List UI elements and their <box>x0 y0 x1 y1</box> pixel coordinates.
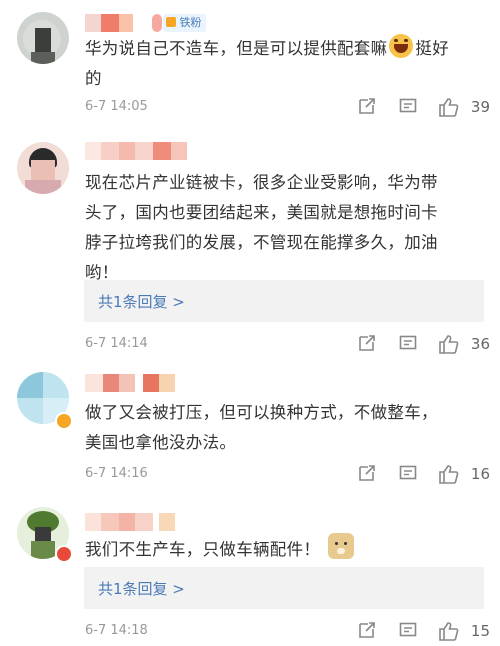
avatar[interactable] <box>17 142 69 194</box>
share-icon[interactable] <box>357 620 377 640</box>
vip-badge-icon <box>55 545 73 563</box>
like-icon[interactable] <box>437 96 459 118</box>
reply-count[interactable]: 共1条回复 > <box>98 291 185 312</box>
like-icon[interactable] <box>437 333 459 355</box>
comment-meta: 6-7 14:14 36 <box>85 333 490 355</box>
like-count: 36 <box>470 335 490 353</box>
like-icon[interactable] <box>437 463 459 485</box>
doge-emoji-icon <box>327 533 354 559</box>
comment-text: 我们不生产车，只做车辆配件！ <box>85 533 482 565</box>
timestamp: 6-7 14:14 <box>85 336 148 351</box>
timestamp: 6-7 14:16 <box>85 466 148 481</box>
like-count: 39 <box>470 98 490 116</box>
like-icon[interactable] <box>437 620 459 642</box>
share-icon[interactable] <box>357 96 377 116</box>
username-blurred[interactable] <box>85 513 175 531</box>
comment-item: 做了又会被打压，但可以换种方式，不做整车， 美国也拿他没办法。 6-7 14:1… <box>0 370 500 490</box>
reply-count[interactable]: 共1条回复 > <box>98 578 185 599</box>
avatar[interactable] <box>17 12 69 64</box>
comment-text: 华为说自己不造车，但是可以提供配套嘛 挺好 的 <box>85 34 482 94</box>
timestamp: 6-7 14:18 <box>85 623 148 638</box>
share-icon[interactable] <box>357 333 377 353</box>
comment-item: 现在芯片产业链被卡，很多企业受影响，华为带 头了，国内也要团结起来，美国就是想拖… <box>0 142 500 357</box>
comment-icon[interactable] <box>398 620 418 640</box>
comment-text: 做了又会被打压，但可以换种方式，不做整车， 美国也拿他没办法。 <box>85 403 438 452</box>
laugh-emoji-icon <box>389 34 414 58</box>
comment-meta: 6-7 14:16 16 <box>85 463 490 485</box>
vip-badge-icon <box>55 412 73 430</box>
comment-item: 铁粉 华为说自己不造车，但是可以提供配套嘛 挺好 的 6-7 14:05 39 <box>0 10 500 125</box>
comment-item: 我们不生产车，只做车辆配件！ 共1条回复 > 6-7 14:18 15 <box>0 505 500 645</box>
like-count: 15 <box>470 622 490 640</box>
share-icon[interactable] <box>357 463 377 483</box>
username-blurred[interactable] <box>85 142 187 160</box>
comment-text: 现在芯片产业链被卡，很多企业受影响，华为带 头了，国内也要团结起来，美国就是想拖… <box>85 173 438 282</box>
username-blurred[interactable] <box>85 374 175 392</box>
reply-thread-link[interactable]: 共1条回复 > <box>84 280 484 322</box>
comment-icon[interactable] <box>398 96 418 116</box>
fan-badge: 铁粉 <box>163 14 206 32</box>
comment-icon[interactable] <box>398 333 418 353</box>
reply-thread-link[interactable]: 共1条回复 > <box>84 567 484 609</box>
comment-icon[interactable] <box>398 463 418 483</box>
timestamp: 6-7 14:05 <box>85 99 148 114</box>
comment-meta: 6-7 14:05 39 <box>85 96 490 118</box>
crown-icon <box>166 17 176 27</box>
comment-meta: 6-7 14:18 15 <box>85 620 490 642</box>
like-count: 16 <box>470 465 490 483</box>
